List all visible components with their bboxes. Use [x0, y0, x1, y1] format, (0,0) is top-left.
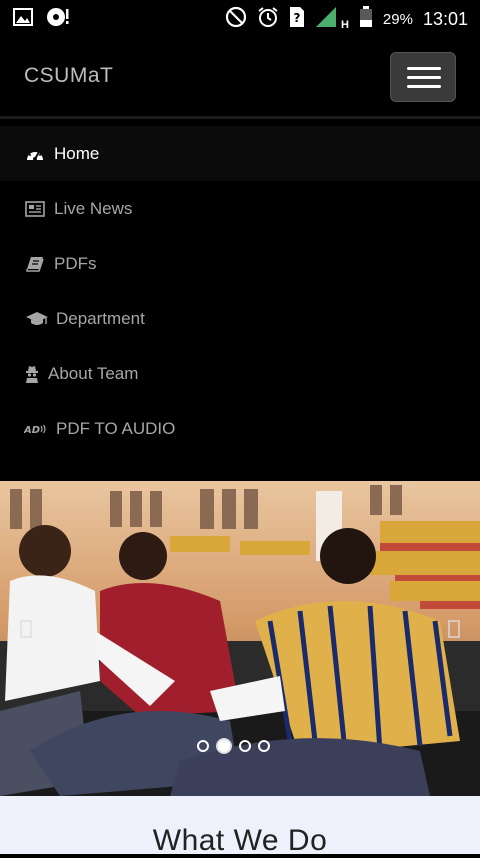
book-icon	[24, 256, 46, 272]
what-we-do-section: What We Do	[0, 796, 480, 857]
menu-item-department[interactable]: Department	[0, 291, 480, 346]
carousel-next-button[interactable]	[444, 620, 464, 640]
clock: 13:01	[422, 9, 468, 29]
menu-item-label: Department	[56, 308, 145, 328]
user-secret-icon	[24, 365, 40, 383]
status-bar: ? H 29% 13:01	[0, 0, 480, 38]
media-notification-icon	[46, 6, 72, 33]
audio-description-icon: AD	[24, 423, 48, 435]
brand[interactable]: CSUMaT	[24, 64, 113, 88]
carousel-indicator-4[interactable]	[258, 740, 270, 752]
svg-text:?: ?	[293, 11, 300, 25]
menu-item-label: Home	[54, 143, 100, 163]
battery-percent: 29%	[382, 11, 413, 28]
menu-item-label: PDFs	[54, 253, 97, 273]
nav-toggle-button[interactable]	[390, 52, 456, 102]
carousel-indicator-3[interactable]	[239, 740, 251, 752]
battery-icon	[359, 6, 373, 33]
chevron-right-icon	[448, 620, 460, 642]
menu-item-about-team[interactable]: About Team	[0, 346, 480, 401]
menu-item-live-news[interactable]: Live News	[0, 181, 480, 236]
dashboard-icon	[24, 145, 46, 163]
section-title: What We Do	[152, 824, 328, 857]
navbar: CSUMaT	[0, 38, 480, 118]
menu-item-label: Live News	[54, 198, 133, 218]
menu-item-pdf-to-audio[interactable]: AD PDF TO AUDIO	[0, 401, 480, 456]
carousel-indicators	[197, 738, 270, 754]
do-not-disturb-icon	[225, 6, 247, 33]
image-notification-icon	[12, 6, 34, 33]
newspaper-icon	[24, 200, 46, 217]
carousel-prev-button[interactable]	[16, 620, 36, 640]
svg-text:AD: AD	[24, 425, 40, 435]
menu-item-home[interactable]: Home	[0, 126, 480, 181]
carousel-indicator-1[interactable]	[197, 740, 209, 752]
nav-menu: Home Live News PDFs Department About Tea…	[0, 126, 480, 456]
alarm-icon	[257, 6, 279, 33]
graduation-cap-icon	[24, 311, 50, 327]
carousel-indicator-2[interactable]	[216, 738, 232, 754]
menu-item-label: About Team	[48, 363, 139, 383]
network-type: H	[340, 18, 349, 31]
signal-icon	[315, 6, 337, 33]
unknown-sim-icon: ?	[289, 6, 305, 33]
navbar-divider	[0, 116, 480, 119]
menu-item-label: PDF TO AUDIO	[56, 418, 176, 438]
menu-item-pdfs[interactable]: PDFs	[0, 236, 480, 291]
chevron-left-icon	[20, 620, 32, 642]
